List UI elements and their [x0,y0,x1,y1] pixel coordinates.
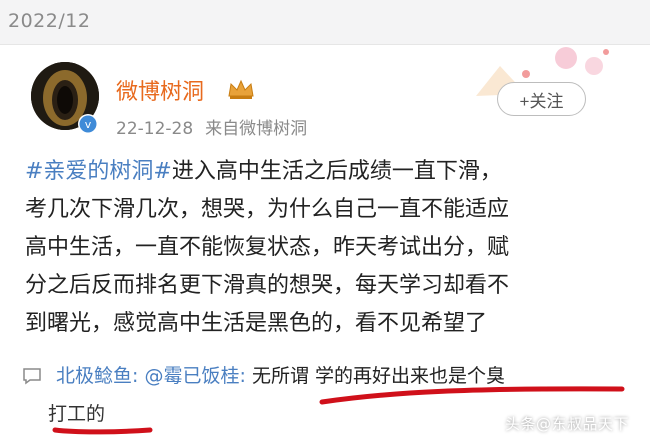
post-time: 22-12-28 [116,119,194,139]
follow-button[interactable]: +关注 [497,82,586,116]
crown-icon [228,79,254,99]
verified-icon: v [78,114,98,134]
svg-text:v: v [85,118,92,131]
post-text: #亲爱的树洞#进入高中生活之后成绩一直下滑， 考几次下滑几次，想哭，为什么自己一… [25,153,625,343]
post-meta: 22-12-28 来自微博树洞 [116,114,307,139]
post-source: 来自微博树洞 [205,119,308,139]
post-line: 分之后反而排名更下滑真的想哭，每天学习却看不 [25,273,510,298]
comment-text: 无所谓 学的再好出来也是个臭 [251,365,505,387]
date-label: 2022/12 [8,10,91,32]
comment-author[interactable]: 北极鲶鱼 [56,365,132,387]
post-line: #亲爱的树洞#进入高中生活之后成绩一直下滑， [25,159,502,184]
post-line: 考几次下滑几次，想哭，为什么自己一直不能适应 [25,197,510,222]
post-line: 到曙光，感觉高中生活是黑色的，看不见希望了 [25,311,488,336]
author-name[interactable]: 微博树洞 [116,74,204,106]
watermark: 头条@东叔品天下 [505,415,630,433]
top-bar: 2022/12 [0,0,650,45]
post-line: 高中生活，一直不能恢复状态，昨天考试出分，赋 [25,235,510,260]
comment-line: 北极鲶鱼: @霉已饭桂: 无所谓 学的再好出来也是个臭 [56,365,505,387]
comment-mention[interactable]: @霉已饭桂 [144,365,239,387]
hashtag-link[interactable]: #亲爱的树洞# [25,159,172,184]
